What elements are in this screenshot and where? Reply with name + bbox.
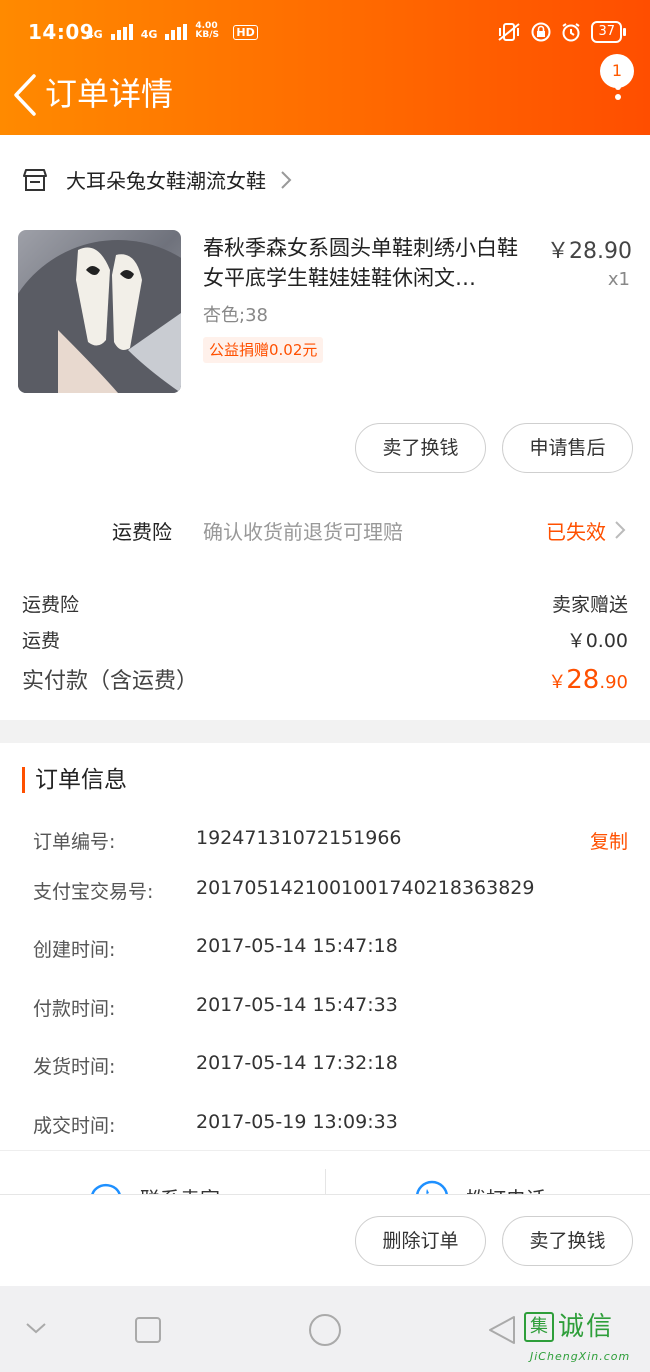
page-title: 订单详情 [45,75,174,113]
fee-value: 卖家赠送 [551,594,628,616]
notification-badge[interactable]: 1 [600,54,634,88]
order-info-title: 订单信息 [22,767,127,793]
total-integer: 28 [566,665,600,695]
insurance-label: 运费险 [112,520,172,544]
signal-1-label: 4G [86,28,103,41]
after-sale-button[interactable]: 申请售后 [502,423,633,473]
product-sku: 杏色;38 [203,305,268,326]
copy-button[interactable]: 复制 [590,827,628,854]
order-info-section: 订单信息 订单编号: 19247131072151966 复制 支付宝交易号: … [0,743,650,1150]
info-label: 订单编号: [33,831,116,853]
info-value: 2017-05-14 17:32:18 [196,1052,398,1074]
watermark-url: JiChengXin.com [530,1350,631,1363]
info-label: 发货时间: [33,1056,116,1078]
contact-strip: 联系卖家 拨打电话 [0,1150,650,1196]
divider [325,1169,326,1196]
info-label: 创建时间: [33,939,116,961]
back-triangle-icon[interactable] [486,1314,518,1346]
total-decimal: .90 [599,672,628,693]
product-quantity: x1 [607,269,630,290]
insurance-status: 已失效 [546,520,606,544]
info-label: 付款时间: [33,998,116,1020]
vibrate-icon [498,23,521,41]
alarm-icon [562,23,581,42]
info-value: 2017-05-14 15:47:33 [196,994,398,1016]
charity-badge: 公益捐赠0.02元 [203,337,324,363]
total-label: 实付款（含运费） [22,669,199,694]
info-value: 2017-05-19 13:09:33 [196,1111,398,1133]
net-speed: 4.00 KB/S [195,21,219,40]
status-bar: 14:09 4G 4G 4.00 KB/S HD 37 [0,0,650,66]
info-value: 2017051421001001740218363829 [196,877,535,899]
chevron-right-icon [281,170,292,189]
info-value: 19247131072151966 [196,827,402,849]
shop-name: 大耳朵兔女鞋潮流女鞋 [66,169,266,193]
status-right: 37 [497,21,626,43]
sell-for-cash-button[interactable]: 卖了换钱 [355,423,486,473]
watermark-logo: 集 [524,1312,554,1342]
fee-value: ￥0.00 [566,630,628,652]
product-title[interactable]: 春秋季森女系圆头单鞋刺绣小白鞋女平底学生鞋娃娃鞋休闲文… [203,233,525,293]
shop-icon [23,168,47,191]
back-arrow-icon[interactable] [10,72,44,118]
info-label: 支付宝交易号: [33,881,154,903]
recents-square-icon[interactable] [134,1316,162,1344]
total-currency: ￥ [548,672,567,693]
info-label: 成交时间: [33,1115,116,1137]
order-card: 大耳朵兔女鞋潮流女鞋 春秋季森女系圆头单鞋刺绣小白鞋女平底学生鞋娃娃鞋休闲文… … [0,135,650,720]
fee-row-total: 实付款（含运费） ￥28.90 [22,663,628,695]
dot-icon [615,94,621,100]
fee-label: 运费险 [22,594,80,616]
lock-icon [531,22,551,42]
insurance-description: 确认收货前退货可理赔 [203,520,403,544]
shipping-insurance-row[interactable]: 运费险 确认收货前退货可理赔 已失效 [0,510,650,550]
info-value: 2017-05-14 15:47:18 [196,935,398,957]
chevron-down-icon[interactable] [24,1320,48,1336]
hd-label: HD [233,25,258,40]
product-price: ￥28.90 [547,239,632,264]
product-image[interactable] [18,230,181,393]
fee-row-insurance: 运费险 卖家赠送 [22,590,628,617]
signal-2-label: 4G [140,28,158,41]
watermark-text: 诚信 [558,1312,615,1342]
nav-bar: 订单详情 [0,66,650,126]
delete-order-button[interactable]: 删除订单 [355,1216,486,1266]
signal-icon [110,24,133,40]
watermark: 集 诚信 JiChengXin.com [524,1312,644,1368]
sell-for-cash-button[interactable]: 卖了换钱 [502,1216,633,1266]
shop-link[interactable]: 大耳朵兔女鞋潮流女鞋 [22,165,292,194]
total-amount: ￥28.90 [548,665,628,695]
status-time: 14:09 [28,20,95,44]
chevron-right-icon [615,521,626,539]
fee-row-shipping: 运费 ￥0.00 [22,626,628,653]
fee-label: 运费 [22,630,61,652]
bottom-action-bar: 删除订单 卖了换钱 [0,1194,650,1286]
app-header: 14:09 4G 4G 4.00 KB/S HD 37 订单详情 1 [0,0,650,135]
shoe-image [18,240,181,393]
home-circle-icon[interactable] [307,1312,343,1348]
battery-indicator: 37 [591,21,626,43]
network-indicators: 4G 4G 4.00 KB/S HD [86,22,258,40]
signal-icon [165,24,188,40]
